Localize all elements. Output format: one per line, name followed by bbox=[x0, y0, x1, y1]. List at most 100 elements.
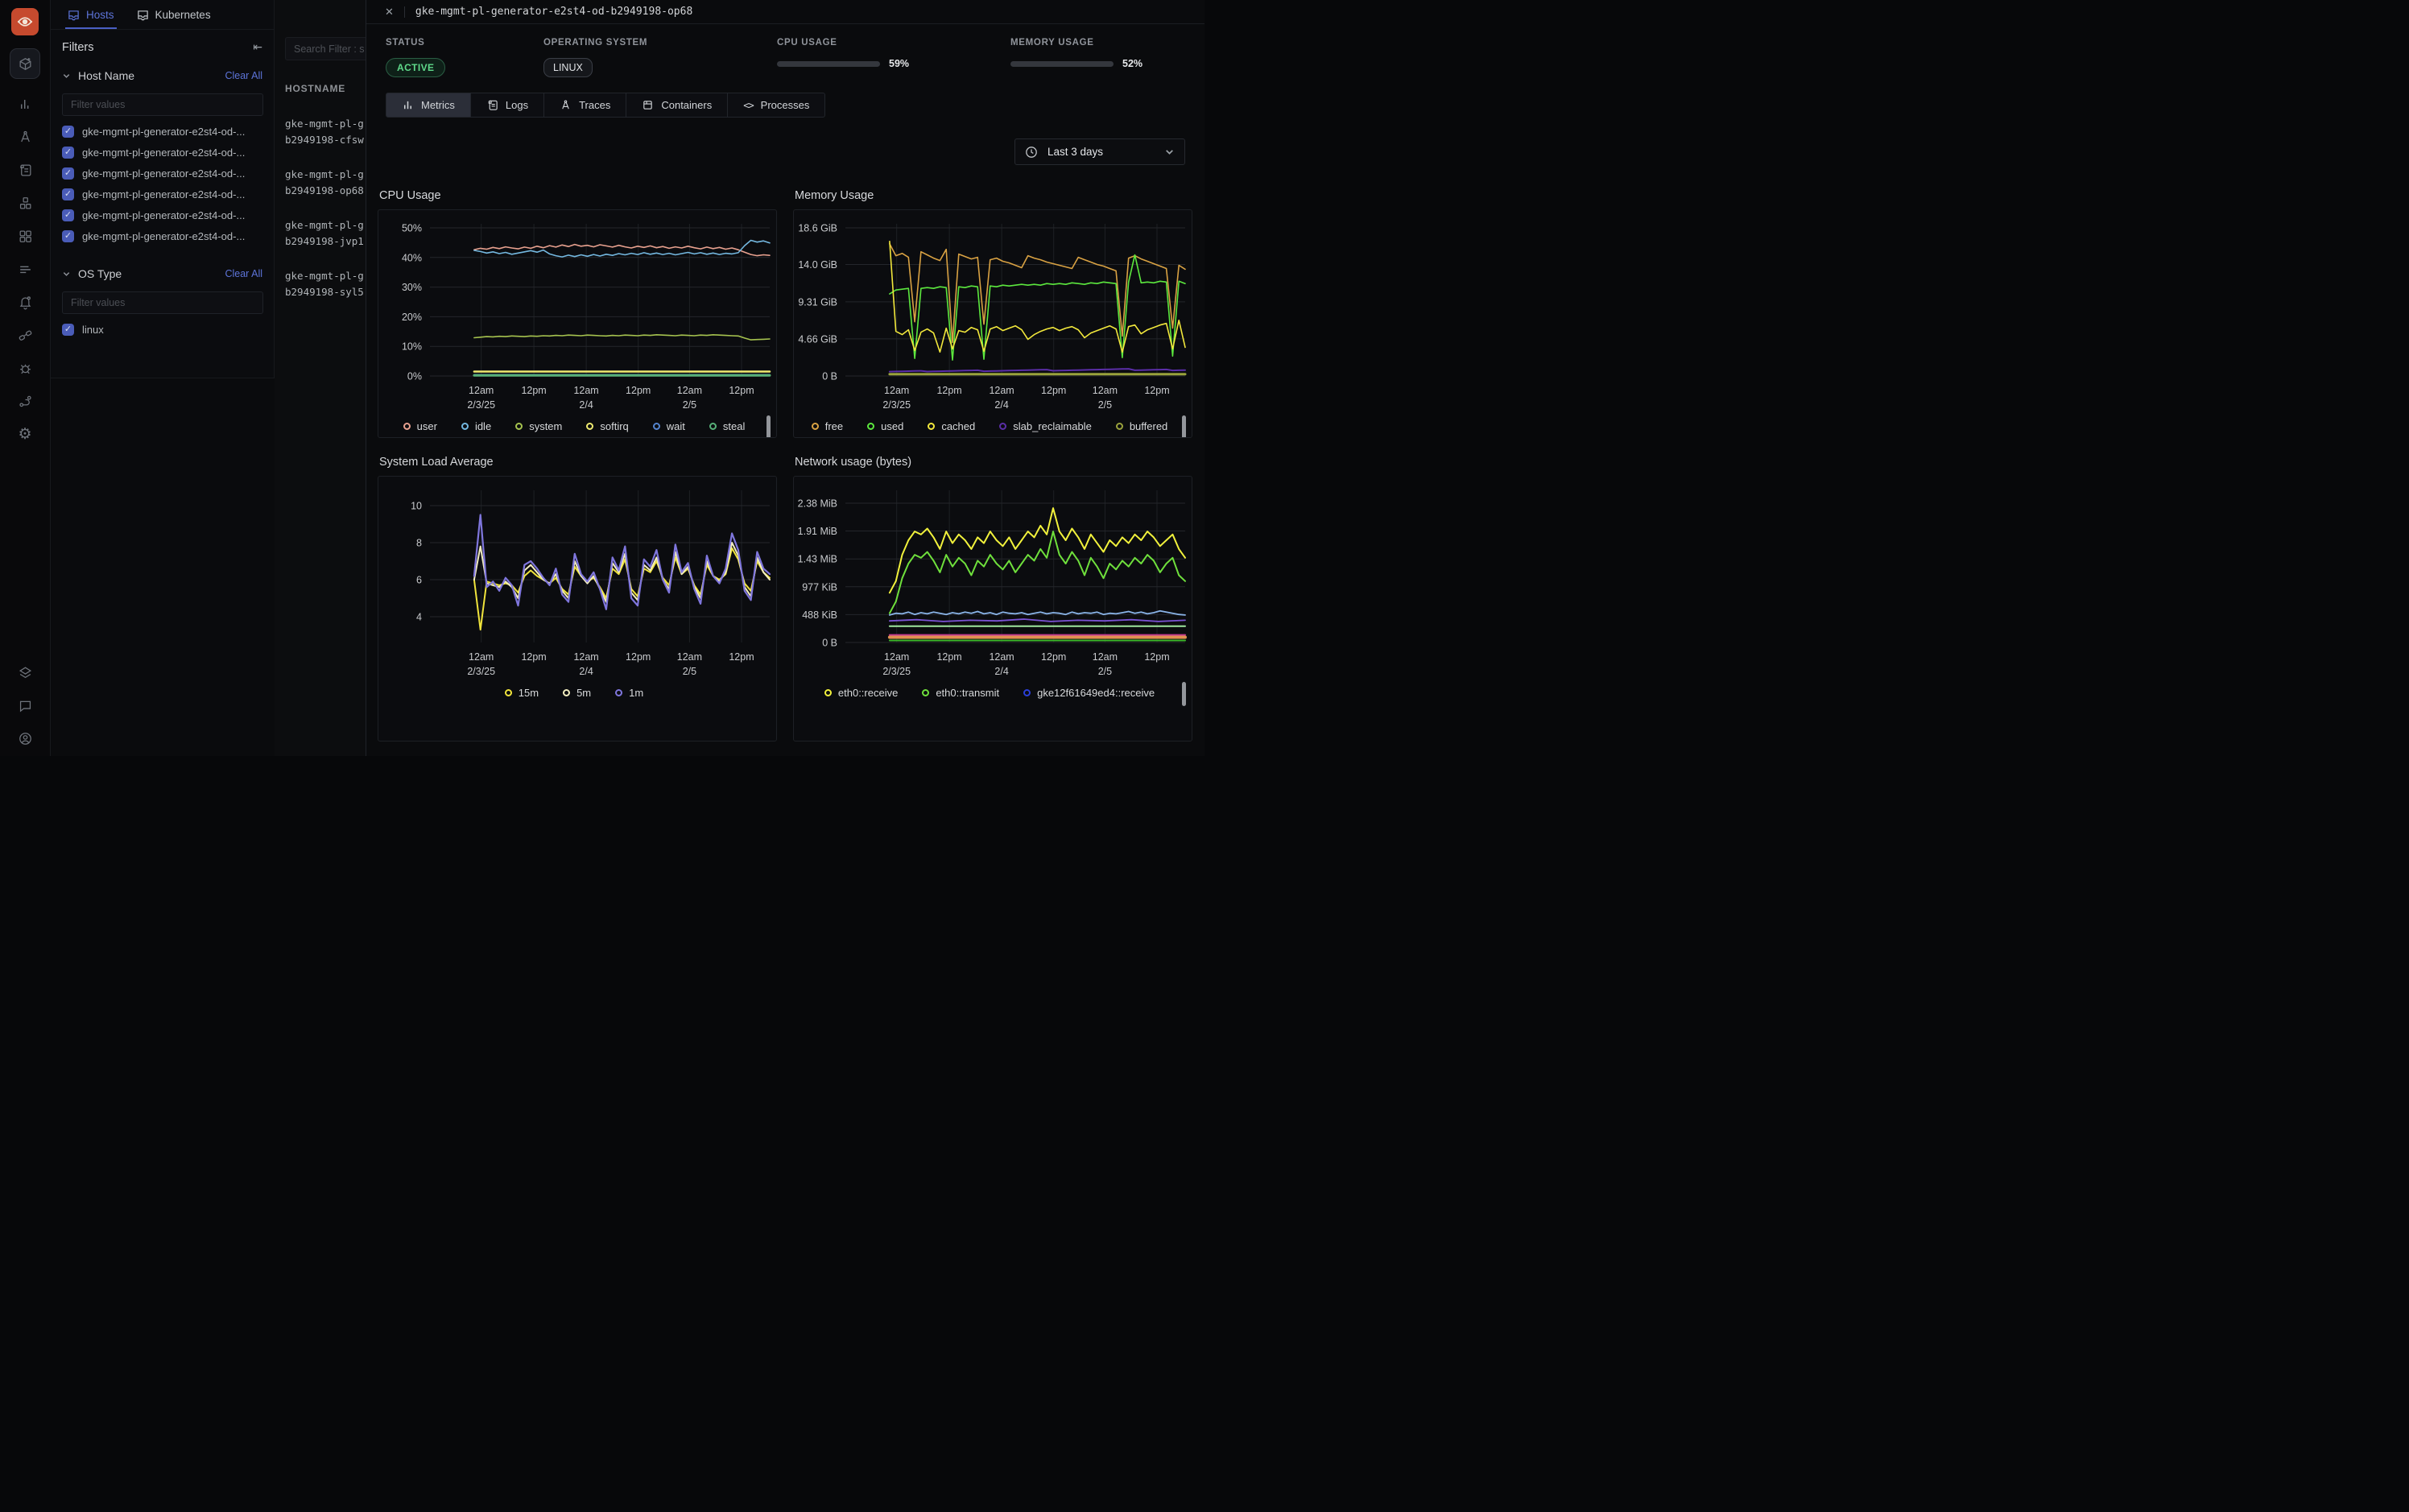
clear-all-link[interactable]: Clear All bbox=[225, 268, 262, 279]
checkbox-checked-icon[interactable]: ✓ bbox=[62, 209, 74, 221]
network-usage-plot[interactable]: 0 B488 KiB977 KiB1.43 MiB1.91 MiB2.38 Mi… bbox=[794, 479, 1192, 680]
package-plus-icon bbox=[17, 56, 33, 72]
checkbox-checked-icon[interactable]: ✓ bbox=[62, 324, 74, 336]
sidebar-item-infrastructure[interactable] bbox=[17, 195, 33, 211]
legend-item[interactable]: 15m bbox=[505, 687, 539, 699]
filter-option[interactable]: ✓gke-mgmt-pl-generator-e2st4-od-... bbox=[51, 163, 274, 184]
tab-containers[interactable]: Containers bbox=[626, 93, 728, 118]
tab-traces[interactable]: Traces bbox=[543, 93, 626, 118]
bar-chart-icon bbox=[18, 97, 33, 112]
memory-usage-chart: Memory Usage 0 B4.66 GiB9.31 GiB14.0 GiB… bbox=[793, 189, 1192, 438]
legend-item[interactable]: wait bbox=[653, 420, 685, 432]
sidebar-item-dashboards[interactable] bbox=[17, 228, 33, 244]
legend-item[interactable]: used bbox=[867, 420, 903, 432]
sidebar-item-version[interactable] bbox=[17, 664, 33, 680]
tab-metrics[interactable]: Metrics bbox=[386, 93, 471, 118]
os-type-filter-input[interactable] bbox=[62, 291, 263, 314]
series-color-ring bbox=[505, 689, 512, 696]
svg-text:12pm: 12pm bbox=[729, 385, 754, 396]
checkbox-checked-icon[interactable]: ✓ bbox=[62, 230, 74, 242]
legend-item[interactable]: free bbox=[812, 420, 843, 432]
sidebar-item-account[interactable] bbox=[17, 730, 33, 746]
app-logo[interactable] bbox=[11, 8, 39, 35]
svg-text:2/4: 2/4 bbox=[994, 399, 1008, 411]
header-divider bbox=[404, 6, 405, 18]
series-color-ring bbox=[1023, 689, 1031, 696]
sidebar-item-alerts[interactable] bbox=[17, 261, 33, 277]
tab-kubernetes[interactable]: Kubernetes bbox=[137, 0, 211, 29]
legend-item[interactable]: gke12f61649ed4::receive bbox=[1023, 687, 1155, 699]
host-row[interactable]: gke-mgmt-pl-gb2949198-cfsw bbox=[285, 116, 364, 148]
tab-hosts[interactable]: Hosts bbox=[68, 0, 114, 29]
legend-scrollbar[interactable] bbox=[1182, 415, 1186, 438]
host-row[interactable]: gke-mgmt-pl-gb2949198-syl5 bbox=[285, 268, 364, 300]
filter-option[interactable]: ✓gke-mgmt-pl-generator-e2st4-od-... bbox=[51, 225, 274, 246]
tab-logs[interactable]: Logs bbox=[470, 93, 544, 118]
checkbox-checked-icon[interactable]: ✓ bbox=[62, 126, 74, 138]
svg-text:4: 4 bbox=[416, 612, 422, 623]
tab-processes[interactable]: <> Processes bbox=[727, 93, 825, 118]
series-color-ring bbox=[928, 423, 935, 430]
host-info-row: STATUS ACTIVE OPERATING SYSTEM LINUX CPU… bbox=[386, 38, 1185, 77]
host-row[interactable]: gke-mgmt-pl-gb2949198-jvp1 bbox=[285, 217, 364, 250]
svg-text:18.6 GiB: 18.6 GiB bbox=[798, 223, 837, 234]
sidebar-item-metrics[interactable] bbox=[17, 96, 33, 112]
sidebar-item-settings[interactable]: ⚙ bbox=[17, 426, 33, 442]
legend-item[interactable]: system bbox=[515, 420, 562, 432]
sidebar-item-support[interactable] bbox=[17, 697, 33, 713]
legend-item[interactable]: steal bbox=[709, 420, 745, 432]
svg-text:2/5: 2/5 bbox=[683, 666, 696, 677]
filter-section-title: Host Name bbox=[78, 69, 217, 82]
legend-item[interactable]: eth0::receive bbox=[824, 687, 898, 699]
inbox-icon bbox=[68, 9, 80, 21]
sidebar-item-integrations[interactable] bbox=[17, 327, 33, 343]
legend-item[interactable]: 5m bbox=[563, 687, 591, 699]
filter-option[interactable]: ✓gke-mgmt-pl-generator-e2st4-od-... bbox=[51, 204, 274, 225]
legend-item[interactable]: buffered bbox=[1116, 420, 1167, 432]
sidebar-item-service-map[interactable] bbox=[17, 393, 33, 409]
close-icon[interactable]: ✕ bbox=[385, 6, 394, 19]
legend-item[interactable]: eth0::transmit bbox=[922, 687, 999, 699]
filter-option[interactable]: ✓gke-mgmt-pl-generator-e2st4-od-... bbox=[51, 121, 274, 142]
svg-text:12pm: 12pm bbox=[1144, 651, 1169, 663]
sidebar-item-traces[interactable] bbox=[17, 129, 33, 145]
checkbox-checked-icon[interactable]: ✓ bbox=[62, 188, 74, 200]
legend-scrollbar[interactable] bbox=[766, 415, 771, 438]
time-range-select[interactable]: Last 3 days bbox=[1014, 138, 1185, 165]
checkbox-checked-icon[interactable]: ✓ bbox=[62, 167, 74, 180]
collapse-filters-icon[interactable]: ⇤ bbox=[253, 40, 262, 54]
filter-option[interactable]: ✓gke-mgmt-pl-generator-e2st4-od-... bbox=[51, 184, 274, 204]
cpu-usage-plot[interactable]: 0%10%20%30%40%50%12am2/3/2512pm12am2/412… bbox=[378, 213, 776, 414]
clear-all-link[interactable]: Clear All bbox=[225, 70, 262, 81]
cpu-usage-column: CPU USAGE 59% bbox=[777, 38, 1010, 77]
legend-item[interactable]: idle bbox=[461, 420, 491, 432]
legend-item[interactable]: 1m bbox=[615, 687, 643, 699]
svg-text:50%: 50% bbox=[402, 223, 422, 234]
memory-usage-plot[interactable]: 0 B4.66 GiB9.31 GiB14.0 GiB18.6 GiB12am2… bbox=[794, 213, 1192, 414]
legend-item[interactable]: user bbox=[403, 420, 437, 432]
filter-option[interactable]: ✓gke-mgmt-pl-generator-e2st4-od-... bbox=[51, 142, 274, 163]
sidebar-item-get-started[interactable] bbox=[10, 48, 40, 79]
system-load-plot[interactable]: 4681012am2/3/2512pm12am2/412pm12am2/512p… bbox=[378, 479, 776, 680]
chart-title: Memory Usage bbox=[795, 189, 1192, 202]
svg-text:12am: 12am bbox=[989, 651, 1014, 663]
chevron-down-icon[interactable] bbox=[62, 270, 71, 279]
chevron-down-icon[interactable] bbox=[62, 72, 71, 81]
host-name-filter-input[interactable] bbox=[62, 93, 263, 116]
system-load-chart: System Load Average 4681012am2/3/2512pm1… bbox=[378, 456, 777, 742]
checkbox-checked-icon[interactable]: ✓ bbox=[62, 147, 74, 159]
legend-scrollbar[interactable] bbox=[1182, 682, 1186, 706]
svg-text:1.91 MiB: 1.91 MiB bbox=[798, 526, 837, 537]
memory-progress-bar bbox=[1010, 61, 1114, 67]
host-row[interactable]: gke-mgmt-pl-gb2949198-op68 bbox=[285, 167, 364, 199]
sidebar-item-logs[interactable] bbox=[17, 162, 33, 178]
legend-item[interactable]: slab_reclaimable bbox=[999, 420, 1092, 432]
status-badge: ACTIVE bbox=[386, 58, 445, 77]
svg-text:2/5: 2/5 bbox=[1098, 666, 1112, 677]
sidebar-item-notifications[interactable] bbox=[17, 294, 33, 310]
filter-option[interactable]: ✓linux bbox=[51, 319, 274, 340]
legend-item[interactable]: cached bbox=[928, 420, 975, 432]
legend-item[interactable]: softirq bbox=[586, 420, 628, 432]
filter-section-host-name: Host Name Clear All ✓gke-mgmt-pl-generat… bbox=[51, 64, 274, 246]
sidebar-item-exceptions[interactable] bbox=[17, 360, 33, 376]
